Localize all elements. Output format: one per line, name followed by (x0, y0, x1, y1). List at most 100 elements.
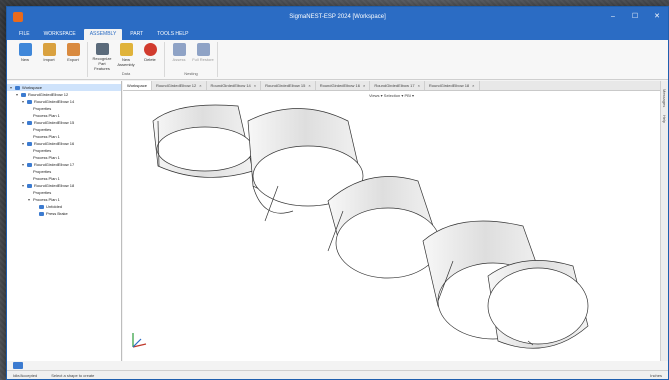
part-icon (15, 85, 20, 90)
export-button[interactable]: Export (62, 42, 84, 71)
tree-node[interactable]: Properties (7, 147, 121, 154)
part-icon (39, 211, 44, 216)
tab-elbow-15[interactable]: RoundGirdedElbow 15 × (261, 81, 316, 90)
restore-icon (196, 43, 210, 56)
status-units: Inches (650, 372, 662, 378)
elbow-segment-5[interactable] (487, 260, 589, 349)
new-button[interactable]: New (14, 42, 36, 71)
close-icon[interactable]: × (254, 81, 256, 90)
tab-elbow-12[interactable]: RoundGirdedElbow 12 × (152, 81, 207, 90)
menu-workspace[interactable]: WORKSPACE (38, 29, 82, 40)
tree-node-label: RoundGirdedElbow 15 (34, 120, 75, 125)
tab-elbow-18[interactable]: RoundGirdedElbow 18 × (425, 81, 480, 90)
part-icon (27, 183, 32, 188)
delete-icon (143, 43, 157, 56)
tree-node[interactable]: Process Plan 1 (7, 154, 121, 161)
tree-node[interactable]: ▾ RoundGirdedElbow 17 (7, 161, 121, 168)
tab-workspace[interactable]: Workspace (123, 81, 152, 90)
part-icon (27, 99, 32, 104)
tree-node[interactable]: ▾ RoundGirdedElbow 18 (7, 182, 121, 189)
tree-node[interactable]: ▾ RoundGirdedElbow 15 (7, 119, 121, 126)
new-assembly-button[interactable]: New Assembly (115, 42, 137, 71)
3d-viewport[interactable]: Views ▾ Selection ▾ PBI ▾ (123, 91, 660, 361)
part-icon (39, 204, 44, 209)
status-state: Idle/Accepted (13, 372, 38, 378)
close-icon[interactable]: × (363, 81, 365, 90)
close-icon[interactable]: × (472, 81, 474, 90)
tree-node[interactable]: Properties (7, 189, 121, 196)
elbow-segment-1[interactable] (152, 104, 254, 178)
tree-node[interactable]: ▾ RoundGirdedElbow 12 (7, 91, 121, 98)
delete-button[interactable]: Delete (139, 42, 161, 71)
ribbon-group-label: Data (121, 71, 131, 76)
menu-tools-help[interactable]: TOOLS HELP (151, 29, 194, 40)
app-window: SigmaNEST-ESP 2024 [Workspace] – ☐ ✕ FIL… (6, 6, 669, 380)
tree-node-label: Workspace (22, 85, 42, 90)
tree-node-label: Properties (33, 169, 52, 174)
tab-elbow-17[interactable]: RoundGirdedElbow 17 × (370, 81, 425, 90)
elbow-model[interactable] (123, 91, 662, 364)
part-icon (27, 141, 32, 146)
menu-file[interactable]: FILE (13, 29, 36, 40)
tree-node[interactable]: ▾ Workspace (7, 84, 121, 91)
tree-node[interactable]: Properties (7, 126, 121, 133)
close-icon[interactable]: × (199, 81, 201, 90)
side-panel-strip: Messages Help (660, 81, 668, 361)
tree-node-label: RoundGirdedElbow 17 (34, 162, 75, 167)
ribbon-group-file: New Import Export (11, 42, 88, 77)
help-tab[interactable]: Help (662, 115, 667, 123)
part-icon (27, 120, 32, 125)
tree-node[interactable]: Properties (7, 168, 121, 175)
menu-bar: FILE WORKSPACE ASSEMBLY PART TOOLS HELP (7, 27, 668, 40)
close-icon[interactable]: × (418, 81, 420, 90)
axis-triad-icon (132, 333, 147, 348)
tree-node[interactable]: Process Plan 1 (7, 112, 121, 119)
tree-node[interactable]: Unfolded (7, 203, 121, 210)
tree-node-label: Properties (33, 148, 52, 153)
status-bar: Idle/Accepted Select a shape to create I… (7, 370, 668, 379)
part-icon (27, 162, 32, 167)
menu-assembly[interactable]: ASSEMBLY (83, 29, 123, 40)
export-icon (66, 43, 80, 56)
tree-node-label: Press Brake (46, 211, 68, 216)
tree-node-label: Process Plan 1 (33, 134, 60, 139)
tree-node-label: RoundGirdedElbow 16 (34, 141, 75, 146)
tree-node-label: Unfolded (46, 204, 63, 209)
recognize-features-button[interactable]: Recognize Part Features (91, 42, 113, 71)
tree-node[interactable]: Process Plan 1 (7, 175, 121, 182)
tab-elbow-16[interactable]: RoundGirdedElbow 16 × (316, 81, 371, 90)
tree-node-label: RoundGirdedElbow 14 (34, 99, 75, 104)
tree-node[interactable]: ▾ RoundGirdedElbow 16 (7, 140, 121, 147)
ribbon-group-label: Nesting (184, 71, 198, 76)
tree-node[interactable]: ▾ Process Plan 1 (7, 196, 121, 203)
assess-icon (172, 43, 186, 56)
tree-node-label: Process Plan 1 (33, 155, 60, 160)
menu-part[interactable]: PART (124, 29, 149, 40)
tree-node[interactable]: Process Plan 1 (7, 133, 121, 140)
tree-node-label: Process Plan 1 (33, 113, 60, 118)
ribbon-group-data: Recognize Part Features New Assembly Del… (88, 42, 165, 77)
part-icon (21, 92, 26, 97)
elbow-segment-3[interactable] (327, 176, 441, 279)
messages-tab[interactable]: Messages (662, 89, 667, 107)
tab-elbow-14[interactable]: RoundGirdedElbow 14 × (207, 81, 262, 90)
tree-node-label: Properties (33, 106, 52, 111)
recognize-features-icon (95, 43, 109, 55)
import-icon (42, 43, 56, 56)
full-restore-button[interactable]: Full Restore (192, 42, 214, 71)
workspace-tree: ▾ Workspace ▾ RoundGirdedElbow 12 ▾ RoundGird… (7, 81, 122, 361)
tree-node[interactable]: Properties (7, 105, 121, 112)
panel-toggle-icon[interactable] (13, 362, 23, 369)
assess-button[interactable]: Assess (168, 42, 190, 71)
import-button[interactable]: Import (38, 42, 60, 71)
close-icon[interactable]: × (308, 81, 310, 90)
tree-node-label: Process Plan 1 (33, 176, 60, 181)
tree-node-label: Properties (33, 127, 52, 132)
tree-node-label: RoundGirdedElbow 18 (34, 183, 75, 188)
title-bar: SigmaNEST-ESP 2024 [Workspace] – ☐ ✕ (7, 7, 668, 27)
status-hint: Select a shape to create (51, 372, 95, 378)
document-tabs: Workspace RoundGirdedElbow 12 × RoundGird… (123, 81, 668, 91)
window-title: SigmaNEST-ESP 2024 [Workspace] (289, 14, 386, 20)
tree-node[interactable]: ▾ RoundGirdedElbow 14 (7, 98, 121, 105)
tree-node[interactable]: Press Brake (7, 210, 121, 217)
